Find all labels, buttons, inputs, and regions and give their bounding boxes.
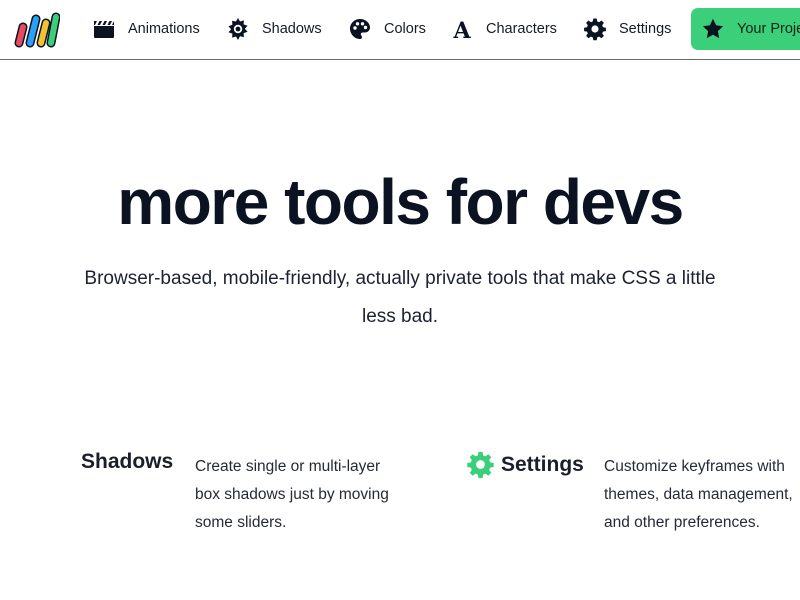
feature-title-label: Settings <box>501 452 584 476</box>
nav-label: Settings <box>619 21 672 37</box>
feature-description-shadows: Create single or multi-layer box shadows… <box>195 458 389 531</box>
nav-label: Characters <box>486 21 557 37</box>
hero-title: more tools for devs <box>117 166 684 238</box>
gear-icon <box>466 450 495 479</box>
logo-icon[interactable] <box>14 11 61 49</box>
svg-text:A: A <box>452 18 471 41</box>
nav-characters[interactable]: A Characters <box>450 8 557 50</box>
nav-label: Colors <box>384 21 426 37</box>
nav-label: Shadows <box>262 21 322 37</box>
feature-title-shadows[interactable]: Shadows <box>81 450 173 474</box>
feature-title-label: Shadows <box>81 450 174 473</box>
nav-colors[interactable]: Colors <box>348 8 426 50</box>
letter-a-icon: A <box>450 17 474 41</box>
palette-icon <box>348 17 372 41</box>
nav-label: Animations <box>128 21 200 37</box>
clapperboard-icon <box>92 17 116 41</box>
nav-settings[interactable]: Settings <box>583 8 671 50</box>
nav-animations[interactable]: Animations <box>92 8 200 50</box>
nav-shadows[interactable]: Shadows <box>226 8 322 50</box>
your-projects-button[interactable]: Your Projects <box>691 8 800 50</box>
hero-subtitle: Browser-based, mobile-friendly, actually… <box>84 268 716 327</box>
gear-icon <box>583 17 607 41</box>
feature-title-settings[interactable]: Settings <box>466 450 584 479</box>
star-icon <box>701 17 725 41</box>
sun-gear-icon <box>226 17 250 41</box>
nav-label: Your Projects <box>737 21 800 37</box>
top-navbar: Animations Shadows Colors A Characters S… <box>0 0 800 60</box>
feature-description-settings: Customize keyframes with themes, data ma… <box>604 458 793 531</box>
